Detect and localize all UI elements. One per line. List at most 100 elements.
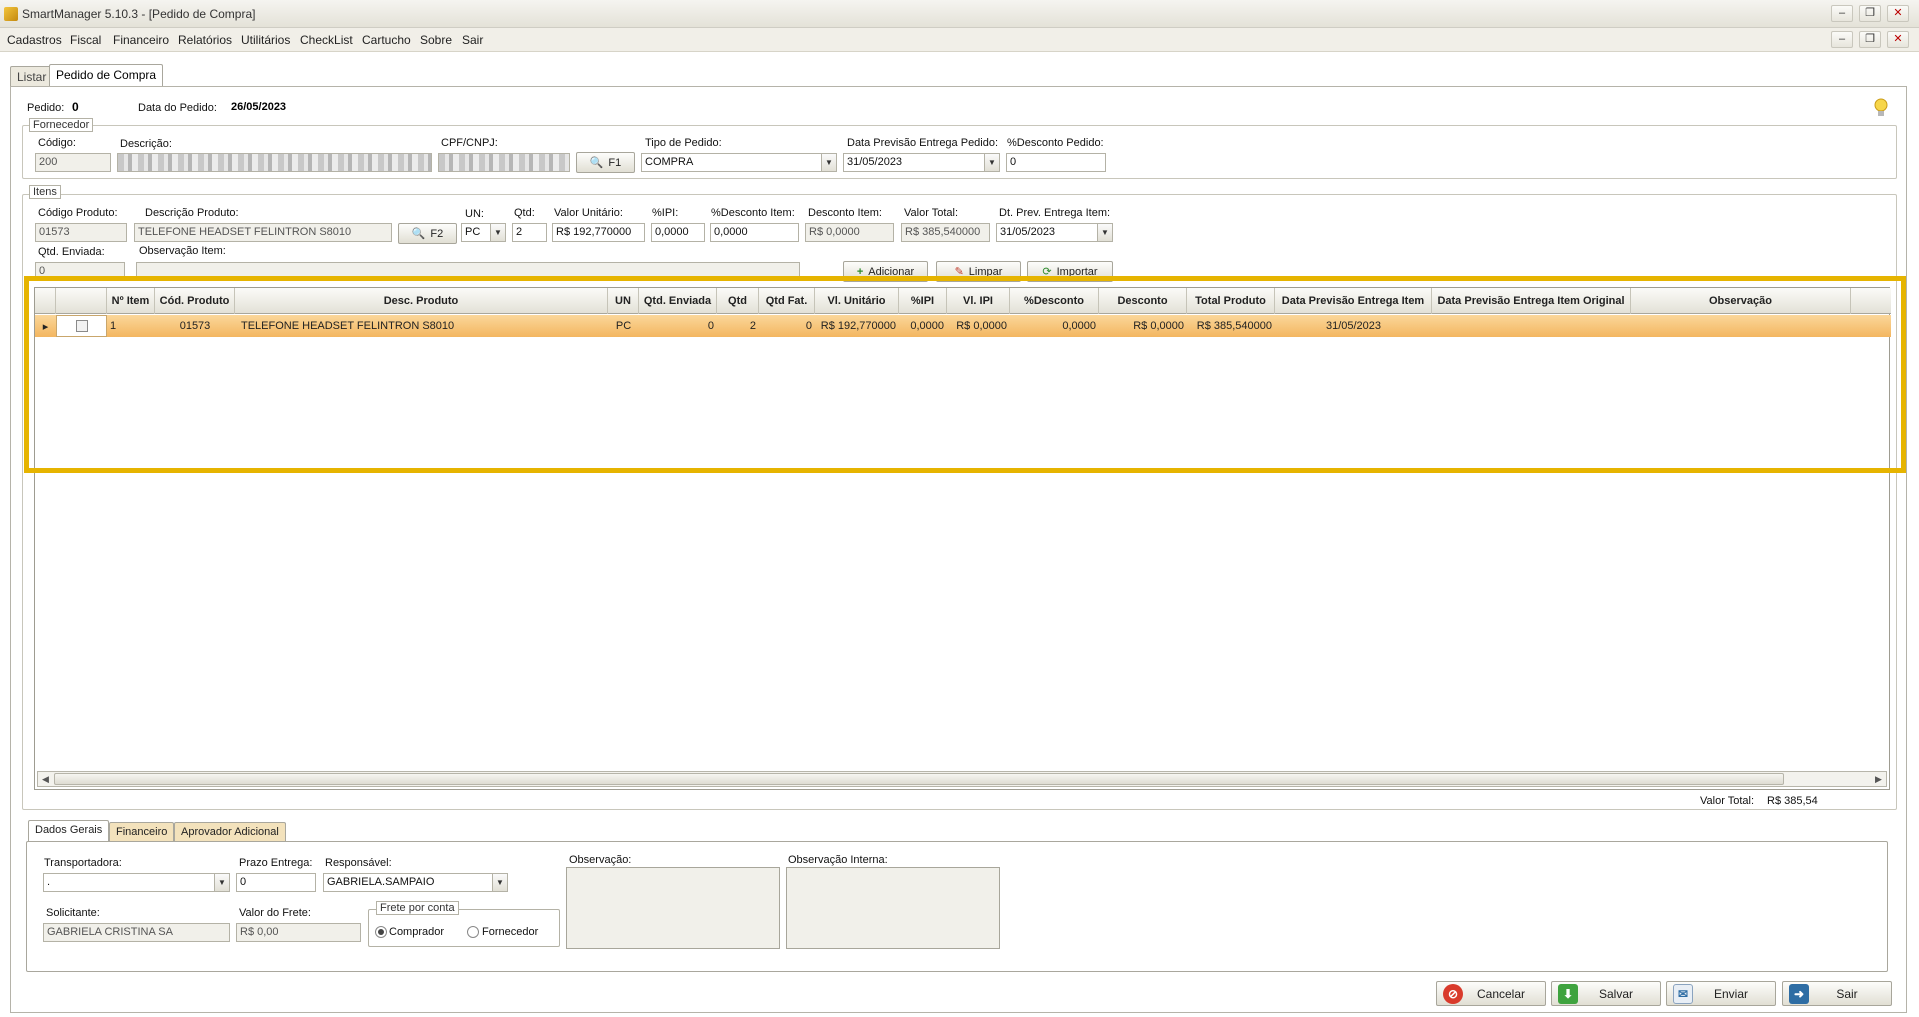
grid-header-data-previsao[interactable]: Data Previsão Entrega Item <box>1275 288 1432 314</box>
child-minimize-icon[interactable]: – <box>1831 31 1853 48</box>
data-previsao-pedido-field[interactable]: 31/05/2023 ▼ <box>843 153 1000 172</box>
fornecedor-descricao-field[interactable] <box>117 153 432 172</box>
grid-header-item[interactable]: Nº Item <box>107 288 155 314</box>
salvar-button[interactable]: ⬇ Salvar <box>1551 981 1661 1006</box>
menu-cadastros[interactable]: Cadastros <box>7 33 62 47</box>
prazo-entrega-field[interactable]: 0 <box>236 873 316 892</box>
tab-listar[interactable]: Listar <box>10 66 54 86</box>
fornecedor-codigo-field[interactable]: 200 <box>35 153 111 172</box>
dt-prev-entrega-item-field[interactable]: 31/05/2023 ▼ <box>996 223 1113 242</box>
cpf-cnpj-label: CPF/CNPJ: <box>441 137 498 149</box>
menu-sobre[interactable]: Sobre <box>420 33 452 47</box>
grid-header-codigo[interactable]: Cód. Produto <box>155 288 235 314</box>
cell-observacao <box>1631 315 1851 337</box>
observacao-interna-textarea[interactable] <box>786 867 1000 949</box>
percent-desconto-item-field[interactable]: 0,0000 <box>710 223 799 242</box>
comprador-radio[interactable] <box>375 926 387 938</box>
valor-frete-field[interactable]: R$ 0,00 <box>236 923 361 942</box>
table-row[interactable]: ▸ 1 01573 TELEFONE HEADSET FELINTRON S80… <box>35 315 1891 337</box>
tipo-pedido-select[interactable]: COMPRA ▼ <box>641 153 837 172</box>
cpf-cnpj-field[interactable] <box>438 153 570 172</box>
restore-icon[interactable]: ❐ <box>1859 5 1881 22</box>
sair-button[interactable]: ➜ Sair <box>1782 981 1892 1006</box>
tab-aprovador-adicional[interactable]: Aprovador Adicional <box>174 822 286 842</box>
responsavel-select[interactable]: GABRIELA.SAMPAIO ▼ <box>323 873 508 892</box>
row-checkbox[interactable] <box>56 315 107 337</box>
qtd-field[interactable]: 2 <box>512 223 547 242</box>
grid-header-total-produto[interactable]: Total Produto <box>1187 288 1275 314</box>
cell-qtd-fat: 0 <box>805 320 812 332</box>
valor-total-label: Valor Total: <box>1700 795 1755 807</box>
scrollbar-thumb[interactable] <box>54 773 1784 785</box>
child-close-icon[interactable]: ✕ <box>1887 31 1909 48</box>
tab-pedido-de-compra[interactable]: Pedido de Compra <box>49 64 164 86</box>
minimize-icon[interactable]: – <box>1831 5 1853 22</box>
grid-header-un[interactable]: UN <box>608 288 639 314</box>
lightbulb-icon[interactable] <box>1874 98 1888 116</box>
horizontal-scrollbar[interactable]: ◀ ▶ <box>37 771 1887 787</box>
grid-header-descricao[interactable]: Desc. Produto <box>235 288 608 314</box>
grid-header-data-previsao-original[interactable]: Data Previsão Entrega Item Original <box>1432 288 1631 314</box>
valor-unitario-label: Valor Unitário: <box>554 207 623 219</box>
chevron-down-icon[interactable]: ▼ <box>214 874 229 891</box>
desconto-item-field[interactable]: R$ 0,0000 <box>805 223 894 242</box>
app-icon <box>4 7 18 21</box>
child-restore-icon[interactable]: ❐ <box>1859 31 1881 48</box>
cell-total-produto: R$ 385,540000 <box>1196 320 1272 332</box>
grid-header-percent-desconto[interactable]: %Desconto <box>1010 288 1099 314</box>
chevron-down-icon[interactable]: ▼ <box>492 874 507 891</box>
search-f1-button[interactable]: 🔍 F1 <box>576 152 635 173</box>
cancelar-button[interactable]: ⊘ Cancelar <box>1436 981 1546 1006</box>
grid-header-qtd[interactable]: Qtd <box>717 288 759 314</box>
grid-header-observacao[interactable]: Observação <box>1631 288 1851 314</box>
fornecedor-radio[interactable] <box>467 926 479 938</box>
observacao-textarea[interactable] <box>566 867 780 949</box>
tab-financeiro[interactable]: Financeiro <box>109 822 175 842</box>
valor-total-item-field[interactable]: R$ 385,540000 <box>901 223 990 242</box>
menu-relatorios[interactable]: Relatórios <box>178 33 232 47</box>
menu-cartucho[interactable]: Cartucho <box>362 33 411 47</box>
tab-dados-gerais[interactable]: Dados Gerais <box>28 820 110 842</box>
grid-header-vl-ipi[interactable]: Vl. IPI <box>947 288 1010 314</box>
solicitante-field[interactable]: GABRIELA CRISTINA SA <box>43 923 230 942</box>
desconto-item-label: Desconto Item: <box>808 207 882 219</box>
calendar-dropdown-icon[interactable]: ▼ <box>984 154 999 171</box>
scroll-left-icon[interactable]: ◀ <box>38 772 53 786</box>
grid-header-vl-unitario[interactable]: Vl. Unitário <box>815 288 899 314</box>
menu-financeiro[interactable]: Financeiro <box>113 33 169 47</box>
qtd-enviada-field[interactable]: 0 <box>35 262 125 281</box>
chevron-down-icon[interactable]: ▼ <box>490 224 505 241</box>
menu-utilitarios[interactable]: Utilitários <box>241 33 290 47</box>
menu-checklist[interactable]: CheckList <box>300 33 353 47</box>
grid-header-qtd-enviada[interactable]: Qtd. Enviada <box>639 288 717 314</box>
transportadora-label: Transportadora: <box>44 857 122 869</box>
ipi-field[interactable]: 0,0000 <box>651 223 705 242</box>
search-f2-button[interactable]: 🔍 F2 <box>398 223 457 244</box>
limpar-button[interactable]: ✎ Limpar <box>936 261 1021 282</box>
observacao-item-field[interactable] <box>136 262 800 281</box>
valor-unitario-field[interactable]: R$ 192,770000 <box>552 223 645 242</box>
grid-header-ipi[interactable]: %IPI <box>899 288 947 314</box>
un-select[interactable]: PC ▼ <box>461 223 506 242</box>
enviar-button[interactable]: ✉ Enviar <box>1666 981 1776 1006</box>
menu-fiscal[interactable]: Fiscal <box>70 33 101 47</box>
fornecedor-codigo-label: Código: <box>38 137 76 149</box>
menu-sair[interactable]: Sair <box>462 33 483 47</box>
scroll-right-icon[interactable]: ▶ <box>1871 772 1886 786</box>
adicionar-button[interactable]: + Adicionar <box>843 261 928 282</box>
grid-header-indicator <box>35 288 56 314</box>
close-icon[interactable]: ✕ <box>1887 5 1909 22</box>
calendar-dropdown-icon[interactable]: ▼ <box>1097 224 1112 241</box>
importar-button[interactable]: ⟳ Importar <box>1027 261 1113 282</box>
ipi-label: %IPI: <box>652 207 679 219</box>
desconto-pedido-field[interactable]: 0 <box>1006 153 1106 172</box>
itens-grid[interactable]: Nº Item Cód. Produto Desc. Produto UN Qt… <box>34 287 1891 790</box>
grid-header-checkbox <box>56 288 107 314</box>
grid-header: Nº Item Cód. Produto Desc. Produto UN Qt… <box>35 288 1891 314</box>
transportadora-select[interactable]: . ▼ <box>43 873 230 892</box>
grid-header-qtd-fat[interactable]: Qtd Fat. <box>759 288 815 314</box>
grid-header-desconto[interactable]: Desconto <box>1099 288 1187 314</box>
chevron-down-icon[interactable]: ▼ <box>821 154 836 171</box>
codigo-produto-field[interactable]: 01573 <box>35 223 127 242</box>
descricao-produto-field[interactable]: TELEFONE HEADSET FELINTRON S8010 <box>134 223 392 242</box>
